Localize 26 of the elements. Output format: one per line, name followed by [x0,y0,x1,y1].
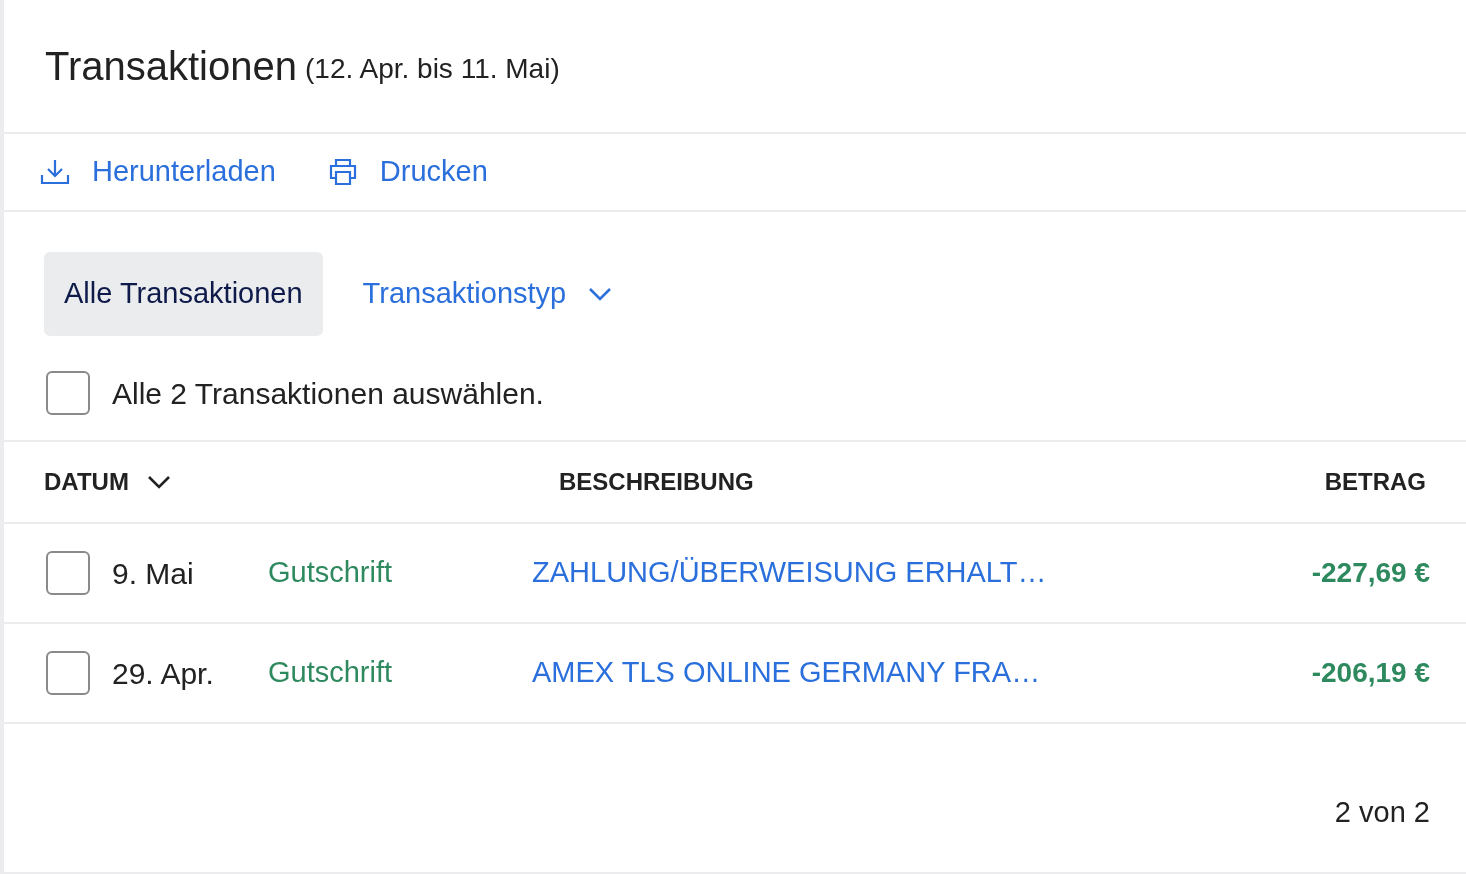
print-button[interactable]: Drucken [327,150,488,194]
select-all-label: Alle 2 Transaktionen auswählen. [112,375,544,412]
page-title: Transaktionen [45,43,297,90]
type-label: Gutschrift [268,555,394,591]
pagination-count: 2 von 2 [1334,795,1430,831]
amount-cell-text: -206,19 € [1311,656,1430,690]
download-icon [40,158,70,186]
row-checkbox[interactable] [46,651,90,695]
type-dropdown[interactable]: Transaktionstyp [362,252,613,336]
amount-cell-text: -227,69 € [1311,556,1430,590]
date-cell-text: 9. Mai [112,555,195,592]
description-link[interactable]: ZAHLUNG/ÜBERWEISUNG ERHALT… [532,551,1312,595]
column-header[interactable]: DATUM [44,464,171,500]
chevron-down-icon [588,287,613,301]
row-checkbox[interactable] [46,551,90,595]
column-header[interactable]: BESCHREIBUNG [559,464,754,500]
type-label: Gutschrift [268,655,394,691]
date-cell-text: 29. Apr. [112,655,215,692]
select-all-checkbox[interactable] [46,371,90,415]
download-button[interactable]: Herunterladen [40,150,276,194]
description-link[interactable]: AMEX TLS ONLINE GERMANY FRA… [532,651,1312,695]
column-header[interactable]: BETRAG [1324,464,1426,500]
chevron-down-icon [146,475,171,489]
printer-icon [327,158,358,186]
filter-tab[interactable]: Alle Transaktionen [44,252,323,336]
date-range: (12. Apr. bis 11. Mai) [305,52,560,86]
